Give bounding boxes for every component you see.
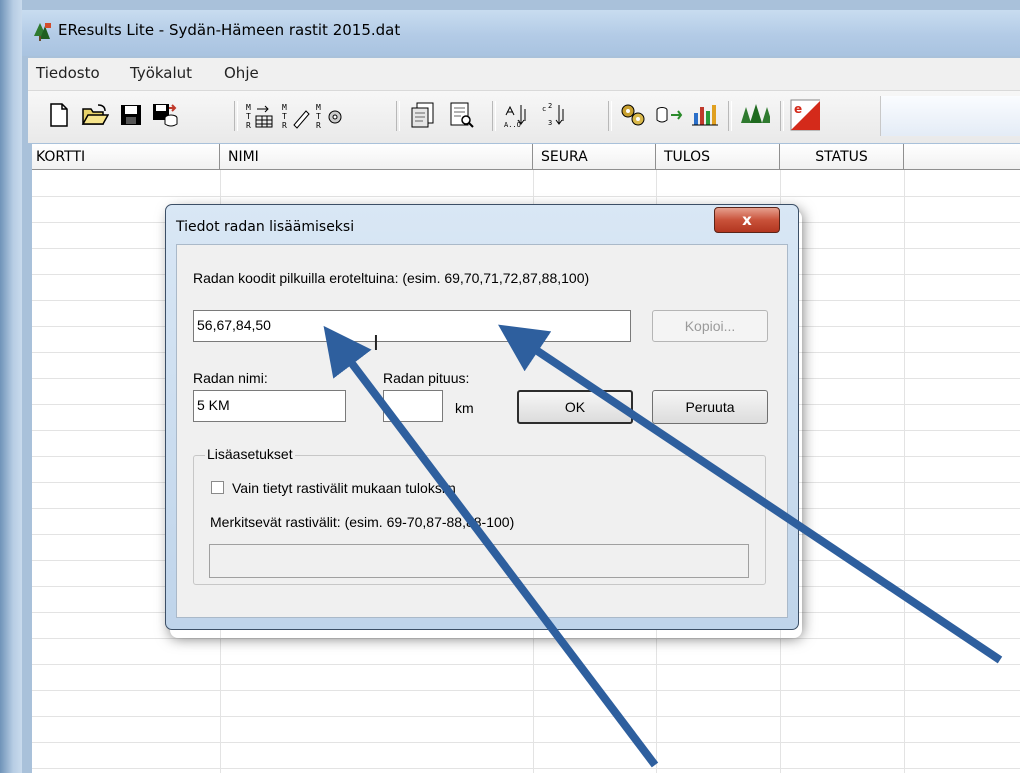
forest-trees-icon[interactable]: [740, 100, 770, 130]
course-length-label: Radan pituus:: [383, 370, 470, 386]
grid-line: [32, 690, 1020, 691]
close-icon: x: [742, 211, 752, 229]
grid-line: [32, 664, 1020, 665]
open-folder-icon[interactable]: [80, 100, 110, 130]
text-cursor-icon: I: [373, 331, 379, 355]
toolbar-empty-area: [880, 96, 1020, 136]
legs-only-checkbox[interactable]: [211, 481, 224, 494]
toolbar-separator: [608, 101, 612, 131]
svg-text:e: e: [794, 102, 802, 116]
menu-ohje[interactable]: Ohje: [224, 64, 259, 82]
course-length-input[interactable]: [383, 390, 443, 422]
svg-text:M: M: [282, 103, 287, 112]
column-header-tulos[interactable]: TULOS: [656, 144, 780, 170]
column-header-empty: [904, 144, 1020, 170]
toolbar-separator: [396, 101, 400, 131]
sort-alpha-icon[interactable]: A..Ö: [502, 100, 532, 130]
legs-input[interactable]: [209, 544, 749, 578]
legs-only-checkbox-label[interactable]: Vain tietyt rastivälit mukaan tuloksiin: [232, 480, 456, 496]
copy-document-icon[interactable]: [408, 100, 438, 130]
column-header-seura[interactable]: SEURA: [533, 144, 656, 170]
toolbar-separator: [728, 101, 732, 131]
menu-tiedosto[interactable]: Tiedosto: [36, 64, 100, 82]
svg-text:2: 2: [548, 102, 552, 110]
grid-line: [32, 196, 1020, 197]
settings-record-icon[interactable]: MTR: [314, 100, 344, 130]
svg-text:M: M: [246, 103, 251, 112]
copy-button[interactable]: Kopioi...: [652, 310, 768, 342]
km-unit-label: km: [455, 400, 474, 416]
toolbar-separator: [234, 101, 238, 131]
app-tree-icon: [32, 22, 52, 42]
save-database-icon[interactable]: [150, 100, 180, 130]
toolbar-separator: [780, 101, 784, 131]
grid-line: [32, 638, 1020, 639]
network-gears-icon[interactable]: [618, 100, 648, 130]
dialog-title: Tiedot radan lisäämiseksi: [176, 219, 355, 235]
new-file-icon[interactable]: [44, 100, 74, 130]
grid-line: [904, 170, 905, 773]
ok-button[interactable]: OK: [517, 390, 633, 424]
database-link-icon[interactable]: [654, 100, 684, 130]
svg-text:R: R: [316, 121, 321, 129]
column-header-nimi[interactable]: NIMI: [220, 144, 533, 170]
svg-text:T: T: [246, 112, 251, 121]
sort-custom-icon[interactable]: c2 3: [540, 100, 570, 130]
eresults-logo-icon[interactable]: e: [790, 99, 820, 131]
import-table-icon[interactable]: MTR: [244, 100, 274, 130]
save-icon[interactable]: [116, 100, 146, 130]
menu-bar: Tiedosto Työkalut Ohje: [28, 58, 1020, 91]
toolbar-separator: [492, 101, 496, 131]
cancel-button[interactable]: Peruuta: [652, 390, 768, 424]
grid-line: [32, 742, 1020, 743]
svg-text:c: c: [542, 105, 546, 113]
codes-label: Radan koodit pilkuilla eroteltuina: (esi…: [193, 270, 590, 286]
course-name-input[interactable]: 5 KM: [193, 390, 346, 422]
svg-text:3: 3: [548, 119, 552, 127]
print-preview-icon[interactable]: [446, 100, 476, 130]
edit-record-icon[interactable]: MTR: [280, 100, 310, 130]
advanced-settings-legend: Lisäasetukset: [205, 446, 295, 462]
menu-tyokalut[interactable]: Työkalut: [130, 64, 192, 82]
window-border: [0, 0, 22, 773]
column-header-kortti[interactable]: KORTTI: [32, 144, 220, 170]
bar-chart-icon[interactable]: [690, 100, 720, 130]
grid-line: [32, 768, 1020, 769]
legs-label: Merkitsevät rastivälit: (esim. 69-70,87-…: [210, 514, 515, 530]
svg-text:A..Ö: A..Ö: [504, 120, 521, 129]
grid-line: [32, 716, 1020, 717]
column-header-status[interactable]: STATUS: [780, 144, 904, 170]
svg-text:R: R: [246, 121, 251, 129]
svg-text:M: M: [316, 103, 321, 112]
codes-input[interactable]: 56,67,84,50: [193, 310, 631, 342]
course-name-label: Radan nimi:: [193, 370, 268, 386]
svg-text:T: T: [282, 112, 287, 121]
svg-text:R: R: [282, 121, 287, 129]
svg-text:T: T: [316, 112, 321, 121]
dialog-close-button[interactable]: x: [714, 207, 780, 233]
window-title: EResults Lite - Sydän-Hämeen rastit 2015…: [58, 21, 401, 39]
